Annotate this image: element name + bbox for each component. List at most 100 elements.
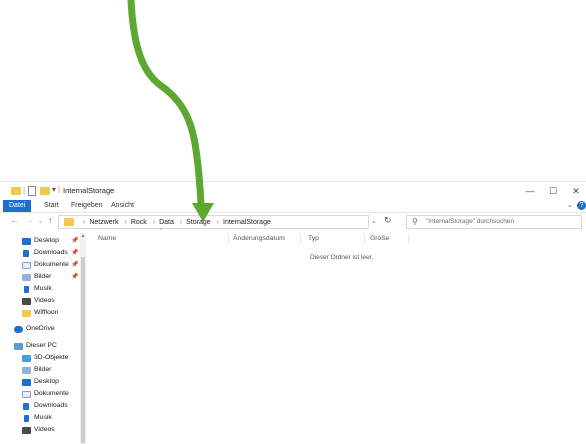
- download-icon: [23, 403, 29, 410]
- sidebar-item-label: Desktop: [34, 237, 59, 244]
- sidebar-item-desktop[interactable]: Desktop 📌: [14, 235, 86, 247]
- sidebar-item-label: Downloads: [34, 249, 68, 256]
- tab-share[interactable]: Freigeben: [67, 200, 107, 212]
- column-divider[interactable]: [364, 235, 365, 244]
- address-bar[interactable]: › Netzwerk › Rock › Data › Storage › Internal…: [58, 215, 369, 229]
- breadcrumb-item[interactable]: Data: [159, 219, 174, 226]
- back-button[interactable]: ←: [10, 215, 19, 225]
- sidebar-item-wiffloon[interactable]: Wiffloon: [14, 307, 86, 319]
- sidebar-item-label: Bilder: [34, 366, 52, 373]
- sidebar-item-label: Videos: [34, 426, 55, 433]
- breadcrumb-item[interactable]: Rock: [131, 219, 147, 226]
- sidebar-item-label: OneDrive: [26, 325, 55, 332]
- documents-icon: [22, 391, 31, 398]
- videos-icon: [22, 427, 31, 434]
- chevron-right-icon[interactable]: ›: [124, 219, 126, 226]
- sidebar-item-onedrive[interactable]: OneDrive: [6, 323, 78, 335]
- sidebar-scrollbar[interactable]: [80, 233, 86, 444]
- sidebar-item-documents[interactable]: Dokumente: [14, 388, 86, 400]
- tab-file[interactable]: Datei: [3, 200, 32, 212]
- sidebar-item-music[interactable]: Musik: [14, 412, 86, 424]
- quick-access-dropdown-icon[interactable]: ▾: [52, 185, 56, 194]
- sidebar-item-label: Musik: [34, 414, 52, 421]
- desktop-icon: [22, 379, 31, 386]
- column-header-type[interactable]: Typ: [308, 233, 319, 245]
- breadcrumb: › Netzwerk › Rock › Data › Storage › Internal…: [79, 217, 271, 228]
- breadcrumb-item[interactable]: Storage: [186, 219, 211, 226]
- search-icon: ⚲: [412, 217, 418, 226]
- pin-icon: 📌: [71, 238, 79, 244]
- chevron-right-icon[interactable]: ›: [217, 219, 219, 226]
- onedrive-icon: [14, 326, 23, 333]
- column-divider[interactable]: [228, 235, 229, 244]
- annotation-arrow-shaft: [127, 0, 205, 209]
- sidebar-item-this-pc[interactable]: Dieser PC: [6, 340, 78, 352]
- sort-indicator-icon: ^: [160, 228, 163, 234]
- minimize-button[interactable]: —: [522, 184, 538, 198]
- videos-icon: [22, 298, 31, 305]
- column-divider[interactable]: [408, 235, 409, 244]
- column-header-modified[interactable]: Änderungsdatum: [233, 233, 285, 245]
- search-input[interactable]: ⚲ "InternalStorage" durchsuchen: [406, 215, 582, 229]
- new-folder-icon[interactable]: [40, 187, 50, 195]
- file-list: ^ Name Änderungsdatum Typ Größe Dieser O…: [92, 228, 586, 444]
- breadcrumb-item[interactable]: InternalStorage: [223, 219, 271, 226]
- close-button[interactable]: ✕: [568, 184, 584, 198]
- divider: |: [23, 186, 26, 195]
- sidebar-item-3d-objects[interactable]: 3D-Objekte: [14, 352, 86, 364]
- up-button[interactable]: ↑: [48, 215, 53, 225]
- music-icon: [24, 415, 29, 422]
- refresh-icon[interactable]: ↻: [384, 215, 392, 226]
- empty-folder-message: Dieser Ordner ist leer.: [310, 254, 374, 261]
- sidebar-item-label: Dokumente: [34, 390, 69, 397]
- pin-icon: 📌: [71, 274, 79, 280]
- scrollbar-thumb[interactable]: [81, 257, 85, 443]
- documents-icon: [22, 262, 31, 269]
- forward-button[interactable]: →: [25, 215, 34, 225]
- sidebar-item-videos[interactable]: Videos: [14, 295, 86, 307]
- recent-locations-icon[interactable]: ⌄: [38, 218, 43, 225]
- sidebar-item-pictures[interactable]: Bilder: [14, 364, 86, 376]
- sidebar-item-label: Downloads: [34, 402, 68, 409]
- expand-ribbon-icon[interactable]: ⌄: [567, 201, 573, 209]
- breadcrumb-item[interactable]: Netzwerk: [89, 219, 118, 226]
- scroll-up-icon[interactable]: ▲: [80, 233, 86, 241]
- sidebar-item-label: Dieser PC: [26, 342, 57, 349]
- download-icon: [23, 250, 29, 257]
- title-bar: | ▾ | InternalStorage — ☐ ✕: [0, 182, 586, 200]
- navigation-bar: ← → ⌄ ↑ › Netzwerk › Rock › Data › Storage ›…: [0, 213, 586, 231]
- column-header-name[interactable]: Name: [98, 233, 116, 245]
- sidebar-item-music[interactable]: Musik: [14, 283, 86, 295]
- sidebar-item-label: Videos: [34, 297, 55, 304]
- folder-icon: [22, 310, 31, 317]
- sidebar-item-label: Bilder: [34, 273, 52, 280]
- chevron-right-icon[interactable]: ›: [153, 219, 155, 226]
- sidebar-item-desktop[interactable]: Desktop: [14, 376, 86, 388]
- sidebar-item-label: Wiffloon: [34, 309, 59, 316]
- pin-icon: 📌: [71, 262, 79, 268]
- sidebar-item-label: Dokumente: [34, 261, 69, 268]
- search-placeholder: "InternalStorage" durchsuchen: [426, 218, 515, 225]
- sidebar-item-pictures[interactable]: Bilder 📌: [14, 271, 86, 283]
- pc-icon: [14, 343, 23, 350]
- chevron-right-icon[interactable]: ›: [180, 219, 182, 226]
- ribbon: Datei Start Freigeben Ansicht ⌄ ?: [0, 200, 586, 213]
- folder-icon: [64, 218, 74, 226]
- sidebar-item-downloads[interactable]: Downloads: [14, 400, 86, 412]
- help-icon[interactable]: ?: [577, 201, 586, 210]
- sidebar-item-videos[interactable]: Videos: [14, 424, 86, 436]
- maximize-button[interactable]: ☐: [545, 184, 561, 198]
- tab-start[interactable]: Start: [40, 200, 63, 212]
- sidebar-item-label: Desktop: [34, 378, 59, 385]
- tab-view[interactable]: Ansicht: [107, 200, 138, 212]
- properties-icon[interactable]: [28, 186, 36, 196]
- chevron-right-icon[interactable]: ›: [83, 219, 85, 226]
- sidebar-item-label: Musik: [34, 285, 52, 292]
- address-dropdown-icon[interactable]: ⌄: [371, 217, 377, 225]
- column-header-size[interactable]: Größe: [370, 233, 389, 245]
- pictures-icon: [22, 367, 31, 374]
- sidebar-item-documents[interactable]: Dokumente 📌: [14, 259, 86, 271]
- sidebar-item-downloads[interactable]: Downloads 📌: [14, 247, 86, 259]
- column-divider[interactable]: [300, 235, 301, 244]
- 3d-objects-icon: [22, 355, 31, 362]
